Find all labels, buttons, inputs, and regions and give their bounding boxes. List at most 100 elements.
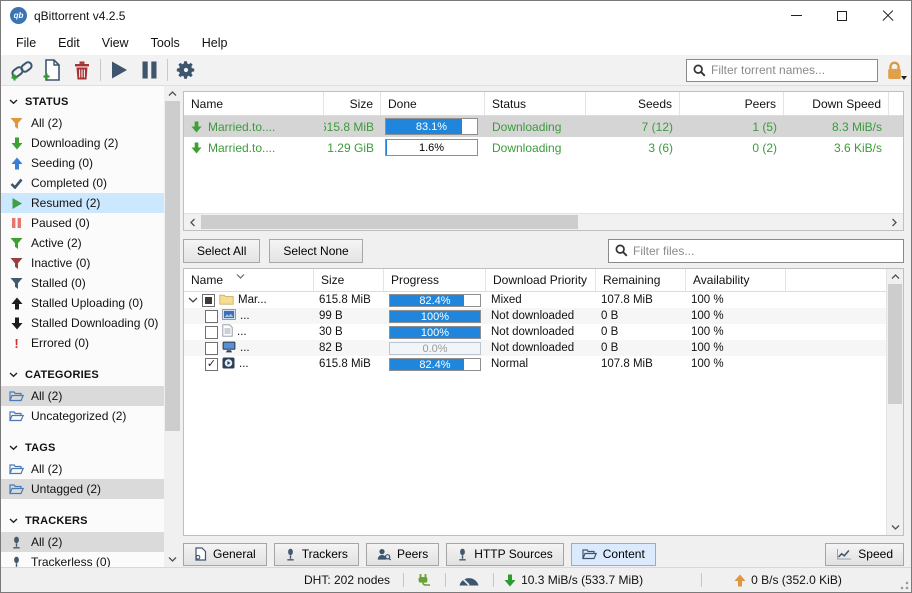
- tab-general[interactable]: General: [183, 543, 267, 566]
- sidebar-item-completed[interactable]: Completed (0): [1, 173, 164, 193]
- scrollbar-thumb[interactable]: [888, 284, 902, 404]
- torrent-name-cell: Married.to....: [184, 120, 324, 134]
- torrent-filter-input[interactable]: [711, 63, 871, 77]
- torrent-row[interactable]: Married.to.... 1.29 GiB 1.6% Downloading…: [184, 137, 903, 158]
- column-header-name[interactable]: Name: [184, 269, 314, 291]
- column-header-status[interactable]: Status: [485, 92, 586, 115]
- file-row[interactable]: ... 99 B 100% Not downloaded 0 B 100 %: [184, 308, 886, 324]
- sidebar-category-uncategorized[interactable]: Uncategorized (2): [1, 406, 164, 426]
- menu-view[interactable]: View: [91, 33, 140, 53]
- file-checkbox[interactable]: [205, 342, 218, 355]
- file-row[interactable]: ... 82 B 0.0% Not downloaded 0 B 100 %: [184, 340, 886, 356]
- pause-button[interactable]: [134, 57, 164, 84]
- sidebar-item-stalled[interactable]: Stalled (0): [1, 273, 164, 293]
- files-table-vscrollbar[interactable]: [886, 269, 903, 535]
- sidebar-item-all[interactable]: All (2): [1, 113, 164, 133]
- menu-edit[interactable]: Edit: [47, 33, 91, 53]
- sidebar-scrollbar[interactable]: [164, 86, 181, 567]
- column-header-done[interactable]: Done: [381, 92, 485, 115]
- scrollbar-thumb[interactable]: [165, 101, 180, 431]
- column-header-remaining[interactable]: Remaining: [596, 269, 686, 291]
- scroll-down-arrow[interactable]: [887, 520, 904, 535]
- download-arrow-icon: [504, 574, 516, 587]
- scroll-down-arrow[interactable]: [164, 552, 181, 567]
- sidebar-item-inactive[interactable]: Inactive (0): [1, 253, 164, 273]
- file-checkbox[interactable]: ✓: [205, 358, 218, 371]
- file-checkbox[interactable]: [202, 294, 215, 307]
- add-torrent-file-button[interactable]: [37, 57, 67, 84]
- resume-button[interactable]: [104, 57, 134, 84]
- sidebar-item-downloading[interactable]: Downloading (2): [1, 133, 164, 153]
- close-button[interactable]: [865, 1, 911, 30]
- sidebar-item-active[interactable]: Active (2): [1, 233, 164, 253]
- file-checkbox[interactable]: [205, 310, 218, 323]
- trackers-section-header[interactable]: TRACKERS: [1, 508, 164, 532]
- add-torrent-link-button[interactable]: [7, 57, 37, 84]
- sidebar-item-resumed[interactable]: Resumed (2): [1, 193, 164, 213]
- delete-torrent-button[interactable]: [67, 57, 97, 84]
- scroll-left-arrow[interactable]: [184, 214, 201, 230]
- menu-help[interactable]: Help: [191, 33, 239, 53]
- sidebar-item-stalled-downloading[interactable]: Stalled Downloading (0): [1, 313, 164, 333]
- column-header-peers[interactable]: Peers: [680, 92, 784, 115]
- scroll-right-arrow[interactable]: [886, 214, 903, 230]
- file-priority[interactable]: Not downloaded: [486, 310, 596, 322]
- pause-icon: [9, 216, 24, 230]
- sidebar-tag-all[interactable]: All (2): [1, 459, 164, 479]
- categories-section-header[interactable]: CATEGORIES: [1, 362, 164, 386]
- menu-file[interactable]: File: [5, 33, 47, 53]
- tab-peers[interactable]: Peers: [366, 543, 439, 566]
- column-header-size[interactable]: Size: [314, 269, 384, 291]
- column-header-availability[interactable]: Availability: [686, 269, 786, 291]
- sidebar-item-seeding[interactable]: Seeding (0): [1, 153, 164, 173]
- status-section-header[interactable]: STATUS: [1, 89, 164, 113]
- column-header-name[interactable]: Name: [184, 92, 324, 115]
- select-all-button[interactable]: Select All: [183, 239, 260, 263]
- tab-http-sources[interactable]: HTTP Sources: [446, 543, 563, 566]
- tags-section-header[interactable]: TAGS: [1, 435, 164, 459]
- scrollbar-track[interactable]: [201, 214, 886, 230]
- select-none-button[interactable]: Select None: [269, 239, 362, 263]
- tab-trackers[interactable]: Trackers: [274, 543, 359, 566]
- connection-status-icon[interactable]: [416, 573, 432, 588]
- file-checkbox[interactable]: [205, 326, 218, 339]
- torrent-table-hscrollbar[interactable]: [184, 213, 903, 230]
- torrent-row[interactable]: Married.to.... 615.8 MiB 83.1% Downloadi…: [184, 116, 903, 137]
- file-row[interactable]: ✓ ... 615.8 MiB 82.4% Normal 107.: [184, 356, 886, 372]
- file-row[interactable]: Mar... 615.8 MiB 82.4% Mixed 107.8 MiB 1…: [184, 292, 886, 308]
- scroll-up-arrow[interactable]: [887, 269, 904, 284]
- sidebar-tracker-trackerless[interactable]: Trackerless (0): [1, 552, 164, 567]
- statusbar: DHT: 202 nodes 10.3 MiB/s (533.7 MiB) 0 …: [1, 567, 911, 592]
- file-priority[interactable]: Not downloaded: [486, 326, 596, 338]
- column-header-down-speed[interactable]: Down Speed: [784, 92, 889, 115]
- alt-speed-limits-icon[interactable]: [458, 574, 480, 586]
- torrent-size: 615.8 MiB: [324, 120, 381, 134]
- resize-grip[interactable]: [899, 580, 909, 590]
- minimize-button[interactable]: [773, 1, 819, 30]
- tab-content[interactable]: Content: [571, 543, 656, 566]
- sidebar-category-all[interactable]: All (2): [1, 386, 164, 406]
- lock-button[interactable]: [886, 61, 903, 80]
- scrollbar-thumb[interactable]: [201, 215, 578, 229]
- column-header-seeds[interactable]: Seeds: [586, 92, 680, 115]
- column-header-progress[interactable]: Progress: [384, 269, 486, 291]
- file-progress-cell: 82.4%: [384, 358, 486, 371]
- file-priority[interactable]: Normal: [486, 358, 596, 370]
- column-header-priority[interactable]: Download Priority: [486, 269, 596, 291]
- sidebar-tracker-all[interactable]: All (2): [1, 532, 164, 552]
- sidebar-item-paused[interactable]: Paused (0): [1, 213, 164, 233]
- options-button[interactable]: [171, 57, 201, 84]
- file-filter-input[interactable]: [633, 244, 897, 258]
- file-row[interactable]: ... 30 B 100% Not downloaded 0 B 100 %: [184, 324, 886, 340]
- file-priority[interactable]: Not downloaded: [486, 342, 596, 354]
- sidebar-tag-untagged[interactable]: Untagged (2): [1, 479, 164, 499]
- sidebar-item-stalled-uploading[interactable]: Stalled Uploading (0): [1, 293, 164, 313]
- sidebar-item-errored[interactable]: ! Errored (0): [1, 333, 164, 353]
- speed-widget-button[interactable]: Speed: [825, 543, 904, 566]
- file-priority[interactable]: Mixed: [486, 294, 596, 306]
- scroll-up-arrow[interactable]: [164, 86, 181, 101]
- column-header-size[interactable]: Size: [324, 92, 381, 115]
- tree-expand-chevron-icon[interactable]: [188, 294, 198, 306]
- menu-tools[interactable]: Tools: [140, 33, 191, 53]
- maximize-button[interactable]: [819, 1, 865, 30]
